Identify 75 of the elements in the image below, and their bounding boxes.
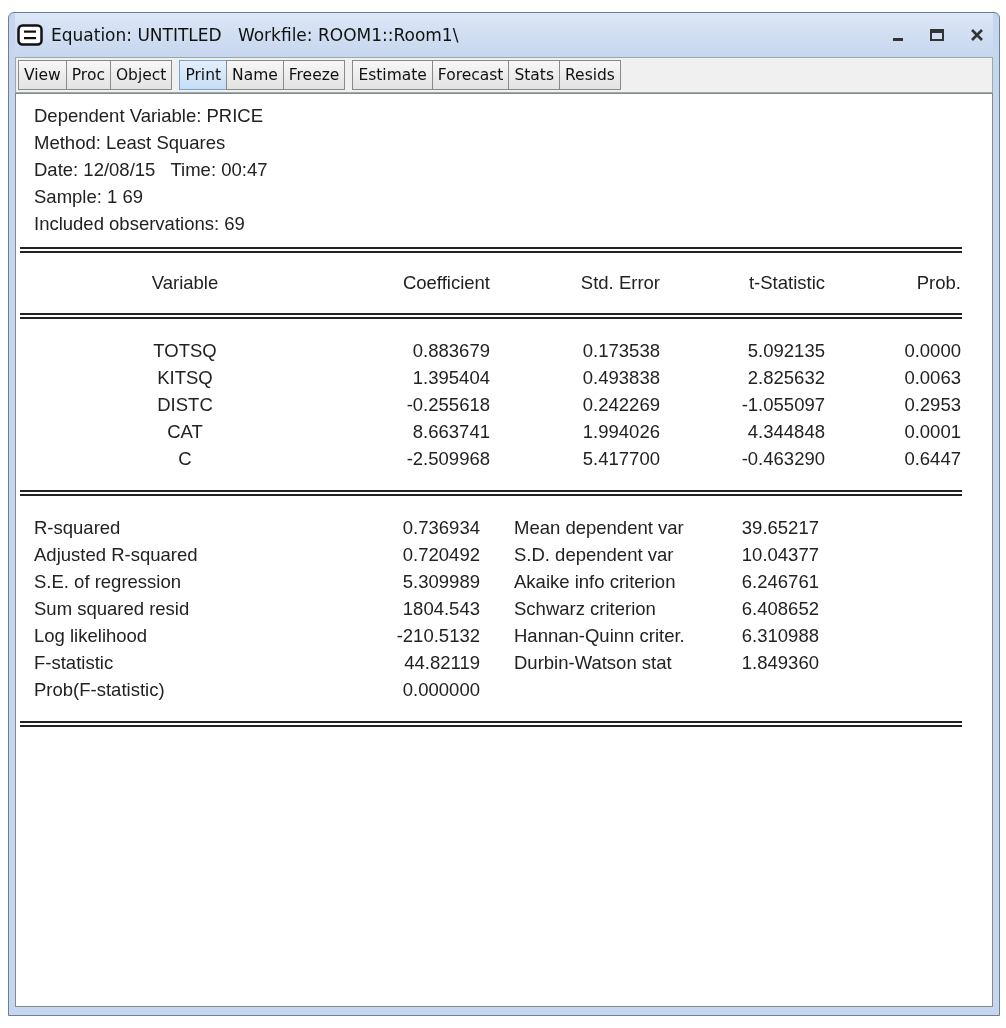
window-title: Equation: UNTITLED Workfile: ROOM1::Room1\ [51, 25, 460, 45]
toolbar-button[interactable]: View [18, 60, 67, 90]
statistic-cell-text: 1804.543 [401, 597, 480, 621]
statistic-cell-text: R-squared [33, 516, 122, 540]
statistic-cell-text: Durbin-Watson stat [513, 651, 673, 675]
statistic-cell-text: 1.849360 [740, 651, 819, 675]
toolbar-button[interactable]: Proc [65, 60, 111, 90]
statistic-cell-text: 0.736934 [401, 516, 480, 540]
column-header: t-Statistic [747, 271, 825, 295]
menu-icon[interactable] [17, 24, 43, 46]
table-cell-text: 0.0063 [903, 366, 961, 390]
statistic-cell-text: 5.309989 [401, 570, 480, 594]
close-icon[interactable] [969, 28, 985, 42]
table-cell-text: DISTC [156, 393, 214, 417]
statistic-cell-text: Prob(F-statistic) [33, 678, 166, 702]
column-header: Coefficient [401, 271, 490, 295]
statistic-cell-text: Akaike info criterion [513, 570, 677, 594]
table-cell-text: 5.092135 [746, 339, 825, 363]
statistic-cell-text: 10.04377 [740, 543, 819, 567]
table-cell-text: 5.417700 [581, 447, 660, 471]
table-cell-text: -1.055097 [740, 393, 825, 417]
statistic-cell-text: 44.82119 [403, 651, 480, 675]
toolbar-button[interactable]: Estimate [352, 60, 433, 90]
table-cell-text: 0.242269 [581, 393, 660, 417]
maximize-icon[interactable] [929, 28, 945, 42]
header-line: Method: Least Squares [33, 131, 227, 155]
table-cell-text: 2.825632 [746, 366, 825, 390]
header-line: Sample: 1 69 [33, 185, 144, 209]
statistic-cell-text: 0.000000 [401, 678, 480, 702]
table-cell-text: TOTSQ [152, 339, 218, 363]
table-cell-text: -0.255618 [405, 393, 490, 417]
statistic-cell-text: Sum squared resid [33, 597, 191, 621]
statistic-cell-text: 6.246761 [740, 570, 819, 594]
table-cell-text: 0.6447 [903, 447, 961, 471]
column-header: Prob. [915, 271, 961, 295]
statistic-cell-text: 39.65217 [740, 516, 819, 540]
toolbar-button[interactable]: Forecast [431, 60, 510, 90]
toolbar-button[interactable]: Object [109, 60, 173, 90]
statistic-cell-text: Schwarz criterion [513, 597, 657, 621]
table-cell-text: 0.0001 [903, 420, 961, 444]
table-cell-text: 1.395404 [411, 366, 490, 390]
header-line: Date: 12/08/15 Time: 00:47 [33, 158, 269, 182]
statistic-cell-text: F-statistic [33, 651, 115, 675]
statistic-cell-text: 6.408652 [740, 597, 819, 621]
statistic-cell-text: S.D. dependent var [513, 543, 675, 567]
statistic-cell-text: Adjusted R-squared [33, 543, 199, 567]
statistic-cell-text: -210.5132 [395, 624, 480, 648]
statistic-cell-text: 0.720492 [401, 543, 480, 567]
statistic-cell-text: Hannan-Quinn criter. [513, 624, 686, 648]
toolbar-button[interactable]: Freeze [282, 60, 346, 90]
statistic-cell-text: Mean dependent var [513, 516, 685, 540]
toolbar-button[interactable]: Print [179, 60, 228, 90]
header-line: Included observations: 69 [33, 212, 246, 236]
table-cell-text: -2.509968 [405, 447, 490, 471]
table-cell-text: 1.994026 [581, 420, 660, 444]
table-cell-text: 0.883679 [411, 339, 490, 363]
table-cell-text: 0.2953 [903, 393, 961, 417]
header-line: Dependent Variable: PRICE [33, 104, 264, 128]
table-cell-text: 4.344848 [746, 420, 825, 444]
table-cell-text: 0.0000 [903, 339, 961, 363]
table-cell-text: KITSQ [156, 366, 214, 390]
table-cell-text: -0.463290 [740, 447, 825, 471]
statistic-cell-text: 6.310988 [740, 624, 819, 648]
toolbar-button[interactable]: Name [226, 60, 284, 90]
table-cell-text: 0.173538 [581, 339, 660, 363]
column-header: Std. Error [579, 271, 660, 295]
toolbar-button[interactable]: Resids [559, 60, 621, 90]
statistic-cell-text: Log likelihood [33, 624, 149, 648]
table-cell-text: C [177, 447, 193, 471]
toolbar-button[interactable]: Stats [508, 60, 560, 90]
statistic-cell-text: S.E. of regression [33, 570, 183, 594]
column-header: Variable [150, 271, 220, 295]
table-cell-text: 0.493838 [581, 366, 660, 390]
table-cell-text: 8.663741 [411, 420, 490, 444]
table-cell-text: CAT [166, 420, 204, 444]
